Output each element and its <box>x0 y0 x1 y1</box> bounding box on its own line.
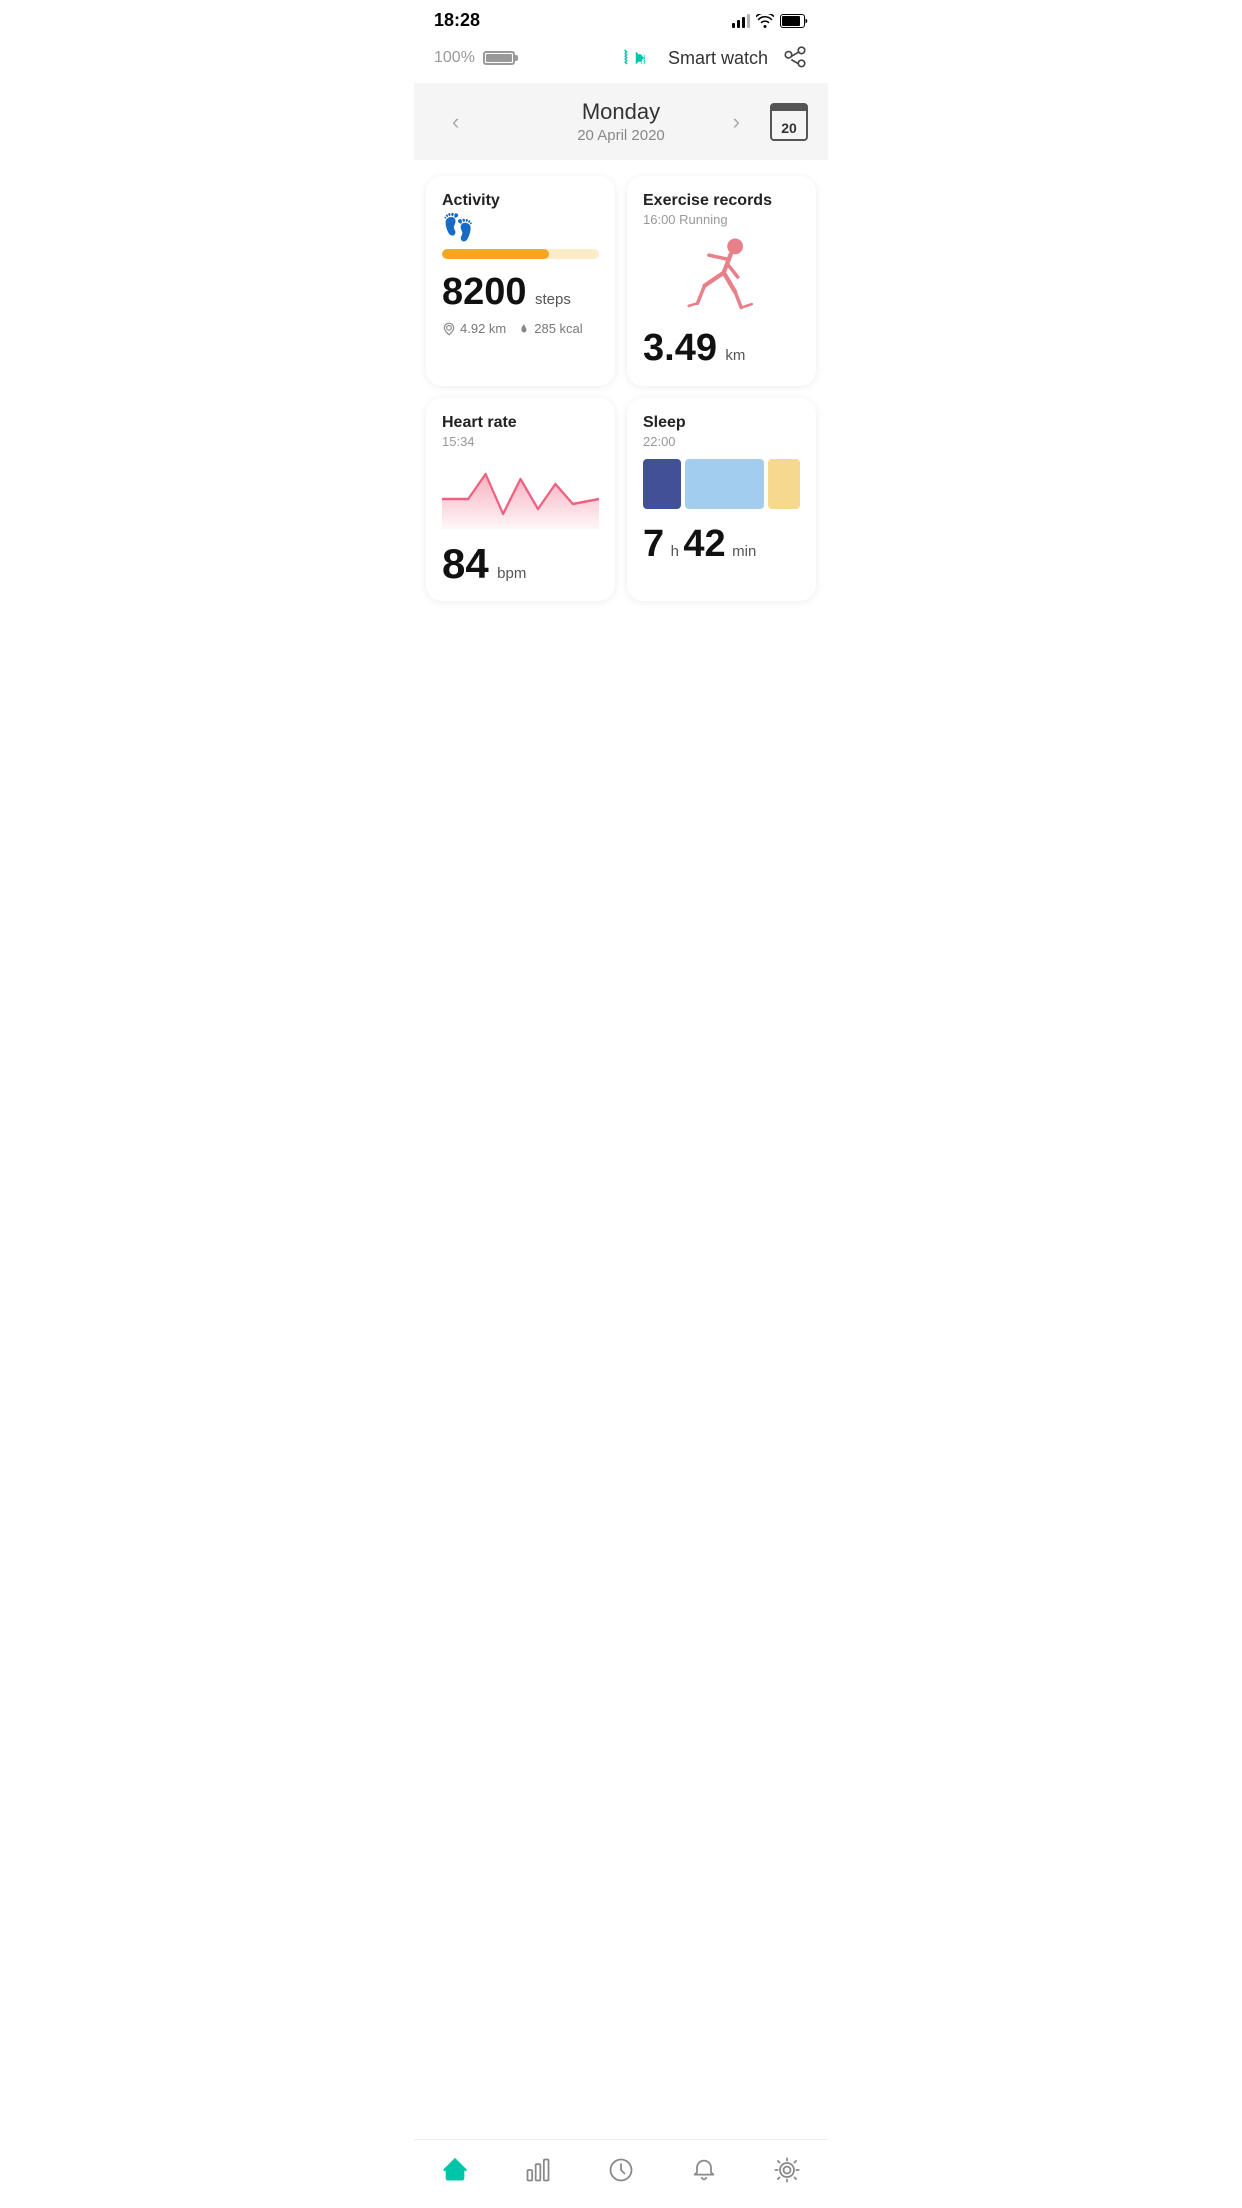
exercise-card[interactable]: Exercise records 16:00 Running <box>627 176 816 386</box>
deep-sleep-bar <box>643 459 681 509</box>
runner-icon <box>687 237 757 317</box>
sleep-h-label: h <box>671 543 679 560</box>
stats-icon <box>524 2156 552 2184</box>
exercise-dist-value: 3.49 <box>643 327 717 369</box>
activity-card[interactable]: Activity 👣 8200 steps 4.92 km 285 kcal <box>426 176 615 386</box>
distance-stat: 4.92 km <box>442 321 506 336</box>
battery-full-icon <box>483 51 515 65</box>
sleep-minutes-value: 42 <box>683 523 725 565</box>
prev-day-button[interactable]: ‹ <box>444 101 467 143</box>
signal-icon <box>732 14 750 28</box>
steps-value: 8200 <box>442 271 527 313</box>
bluetooth-wave-icon: ⦚ ⧘⧘ <box>624 46 660 70</box>
device-name-group: ⦚ ⧘⧘ Smart watch <box>624 45 808 71</box>
calories-stat: 285 kcal <box>518 321 582 336</box>
heart-rate-unit: bpm <box>497 565 526 582</box>
wifi-icon <box>756 14 774 28</box>
exercise-distance-row: 3.49 km <box>643 327 800 370</box>
device-name-text: Smart watch <box>668 48 768 69</box>
sleep-subtitle: 22:00 <box>643 434 800 449</box>
heart-rate-svg <box>442 459 599 529</box>
sleep-value-row: 7 h 42 min <box>643 523 800 566</box>
location-icon <box>442 322 456 336</box>
battery-icon <box>780 14 808 28</box>
status-bar: 18:28 <box>414 0 828 37</box>
calendar-icon[interactable]: 20 <box>770 103 808 141</box>
gear-icon <box>773 2156 801 2184</box>
sleep-title: Sleep <box>643 414 800 432</box>
svg-text:⦚: ⦚ <box>624 48 628 68</box>
exercise-title: Exercise records <box>643 192 800 210</box>
battery-percent-text: 100% <box>434 49 475 67</box>
nav-settings[interactable] <box>761 2152 813 2188</box>
home-icon <box>441 2156 469 2184</box>
activity-progress-fill <box>442 249 549 259</box>
next-day-button[interactable]: › <box>725 101 748 143</box>
sleep-min-label: min <box>732 543 756 560</box>
nav-clock[interactable] <box>595 2152 647 2188</box>
bottom-navigation <box>414 2139 828 2208</box>
date-navigation: ‹ Monday 20 April 2020 › 20 <box>414 83 828 160</box>
status-time: 18:28 <box>434 10 480 31</box>
status-icons <box>732 14 808 28</box>
exercise-dist-unit: km <box>725 347 745 364</box>
battery-percent-row: 100% <box>434 49 515 67</box>
runner-figure <box>643 237 800 317</box>
share-icon[interactable] <box>782 45 808 71</box>
sleep-hours-value: 7 <box>643 523 664 565</box>
nav-alerts[interactable] <box>678 2152 730 2188</box>
nav-home[interactable] <box>429 2152 481 2188</box>
heart-rate-card[interactable]: Heart rate 15:34 84 bpm <box>426 398 615 601</box>
steps-unit: steps <box>535 291 571 308</box>
rem-sleep-bar <box>768 459 800 509</box>
heart-rate-title: Heart rate <box>442 414 599 432</box>
day-name: Monday <box>577 99 665 125</box>
heart-rate-value-row: 84 bpm <box>442 543 599 585</box>
flame-icon <box>518 322 530 336</box>
exercise-subtitle: 16:00 Running <box>643 212 800 227</box>
heart-rate-chart <box>442 459 599 529</box>
activity-stats: 4.92 km 285 kcal <box>442 321 599 336</box>
light-sleep-bar <box>685 459 764 509</box>
activity-progress <box>442 249 599 259</box>
distance-value: 4.92 km <box>460 321 506 336</box>
date-center: Monday 20 April 2020 <box>577 99 665 144</box>
heart-rate-subtitle: 15:34 <box>442 434 599 449</box>
nav-stats[interactable] <box>512 2152 564 2188</box>
device-row: 100% ⦚ ⧘⧘ Smart watch <box>414 37 828 83</box>
full-date: 20 April 2020 <box>577 127 665 144</box>
bell-icon <box>690 2156 718 2184</box>
activity-title: Activity <box>442 192 599 210</box>
heart-rate-value: 84 <box>442 540 489 587</box>
steps-row: 8200 steps <box>442 273 599 311</box>
calories-value: 285 kcal <box>534 321 582 336</box>
footprint-icon: 👣 <box>442 212 599 243</box>
svg-text:⧘⧘: ⧘⧘ <box>640 51 646 67</box>
sleep-card[interactable]: Sleep 22:00 7 h 42 min <box>627 398 816 601</box>
sleep-chart <box>643 459 800 509</box>
cards-grid: Activity 👣 8200 steps 4.92 km 285 kcal <box>414 160 828 617</box>
clock-icon <box>607 2156 635 2184</box>
calendar-day: 20 <box>781 120 797 136</box>
